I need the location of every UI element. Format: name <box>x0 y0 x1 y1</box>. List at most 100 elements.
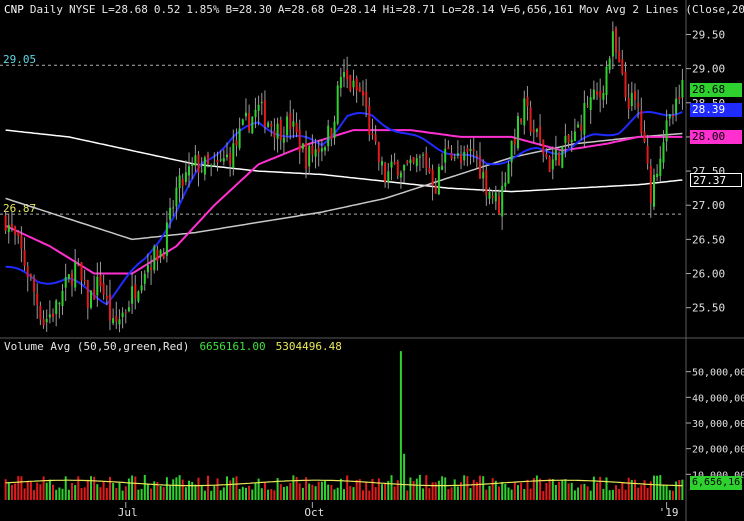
candle-body <box>399 172 402 178</box>
volume-bar <box>589 490 592 500</box>
price-volume-chart[interactable]: 29.0526.87 29.5029.0028.5028.0027.5027.0… <box>0 0 744 521</box>
candle-body <box>20 234 23 249</box>
volume-bar <box>675 481 678 500</box>
volume-bar <box>267 489 270 500</box>
candle-body <box>33 277 36 292</box>
volume-bar <box>115 488 118 500</box>
volume-bar <box>235 476 238 500</box>
candle-body <box>17 231 20 237</box>
volume-bar <box>472 479 475 500</box>
candle-body <box>207 154 209 165</box>
candle-body <box>428 167 431 173</box>
candle-body <box>248 113 251 132</box>
candle-body <box>615 28 617 53</box>
ask: A=28.68 <box>277 3 325 16</box>
candle-body <box>396 161 399 176</box>
volume-bar <box>551 479 554 500</box>
volume-bar <box>583 483 586 500</box>
candle-body <box>441 165 444 170</box>
volume-bar <box>67 489 70 500</box>
volume-bar <box>109 476 111 500</box>
candle-body <box>286 116 289 136</box>
candle-body <box>159 250 162 257</box>
candle-body <box>678 97 681 100</box>
candle-body <box>172 207 175 209</box>
candle-body <box>374 134 377 142</box>
volume-bar <box>646 488 649 500</box>
volume-bar <box>146 484 149 500</box>
candle-body <box>86 280 89 308</box>
candle-body <box>118 319 121 325</box>
volume-bar <box>447 489 450 500</box>
volume-bar <box>678 480 681 500</box>
volume-bar <box>181 479 184 500</box>
candle-body <box>437 166 440 195</box>
symbol: CNP <box>4 3 24 16</box>
candle-body <box>504 182 507 187</box>
candle-body <box>507 163 510 184</box>
candle-body <box>251 116 254 134</box>
volume-bar <box>143 474 146 500</box>
candle-body <box>377 142 380 163</box>
candle-body <box>216 159 219 163</box>
candle-body <box>618 51 621 63</box>
candle-body <box>301 143 304 150</box>
candle-body <box>545 154 548 158</box>
volume-bar <box>412 481 415 500</box>
volume-bar <box>415 478 418 500</box>
candle-body <box>583 103 586 135</box>
price-tick-label: 27.00 <box>692 199 725 212</box>
volume-bar <box>485 489 488 500</box>
volume-bar <box>608 490 611 500</box>
candle-body <box>599 90 602 98</box>
candle-body <box>362 90 364 96</box>
volume-bar <box>545 483 548 500</box>
volume-value: 6656161.00 <box>199 340 266 353</box>
candle-body <box>381 161 383 166</box>
volume-bar <box>374 487 377 500</box>
candle-body <box>90 290 92 308</box>
candle-body <box>169 207 172 220</box>
candle-body <box>526 96 529 107</box>
volume-bar <box>273 490 276 500</box>
volume-bar <box>317 481 320 500</box>
volume-bar <box>637 487 640 500</box>
candle-body <box>339 77 342 88</box>
candle-body <box>105 295 108 299</box>
candle-body <box>127 307 130 312</box>
volume-bar <box>333 489 336 500</box>
open: O=28.14 <box>330 3 377 16</box>
candle-body <box>384 163 387 183</box>
candle-body <box>109 294 111 321</box>
price-tag-ma50: 28.00 <box>690 129 742 144</box>
candle-body <box>532 129 535 133</box>
candle-body <box>554 149 557 161</box>
volume-bar <box>456 486 459 500</box>
candle-body <box>64 277 67 288</box>
volume-bar <box>61 488 64 500</box>
candle-body <box>570 139 573 143</box>
candle-body <box>298 129 301 152</box>
volume-bar <box>279 484 282 500</box>
candle-body <box>675 98 678 114</box>
candle-body <box>188 166 190 176</box>
quote-header: CNP Daily NYSE L=28.68 0.52 1.85% B=28.30 A=28.… <box>4 3 744 16</box>
volume-bar <box>172 479 175 500</box>
candle-body <box>58 303 61 305</box>
volume-bar <box>7 482 10 500</box>
low: Lo=28.14 <box>441 3 495 16</box>
volume-bar <box>520 482 523 500</box>
volume-tick-label: 20,000,000 <box>692 445 744 456</box>
volume-bar <box>681 479 684 500</box>
volume-bar <box>611 489 614 500</box>
volume-bar <box>577 487 580 500</box>
volume-bar <box>74 485 77 500</box>
moving-average-ma_avg <box>5 132 683 241</box>
volume-bar <box>362 490 364 500</box>
volume-bar <box>251 489 254 500</box>
candle-body <box>564 136 567 144</box>
candle-body <box>485 170 488 196</box>
candle-body <box>513 139 516 145</box>
candle-body <box>7 224 10 233</box>
volume-bar <box>535 475 538 500</box>
